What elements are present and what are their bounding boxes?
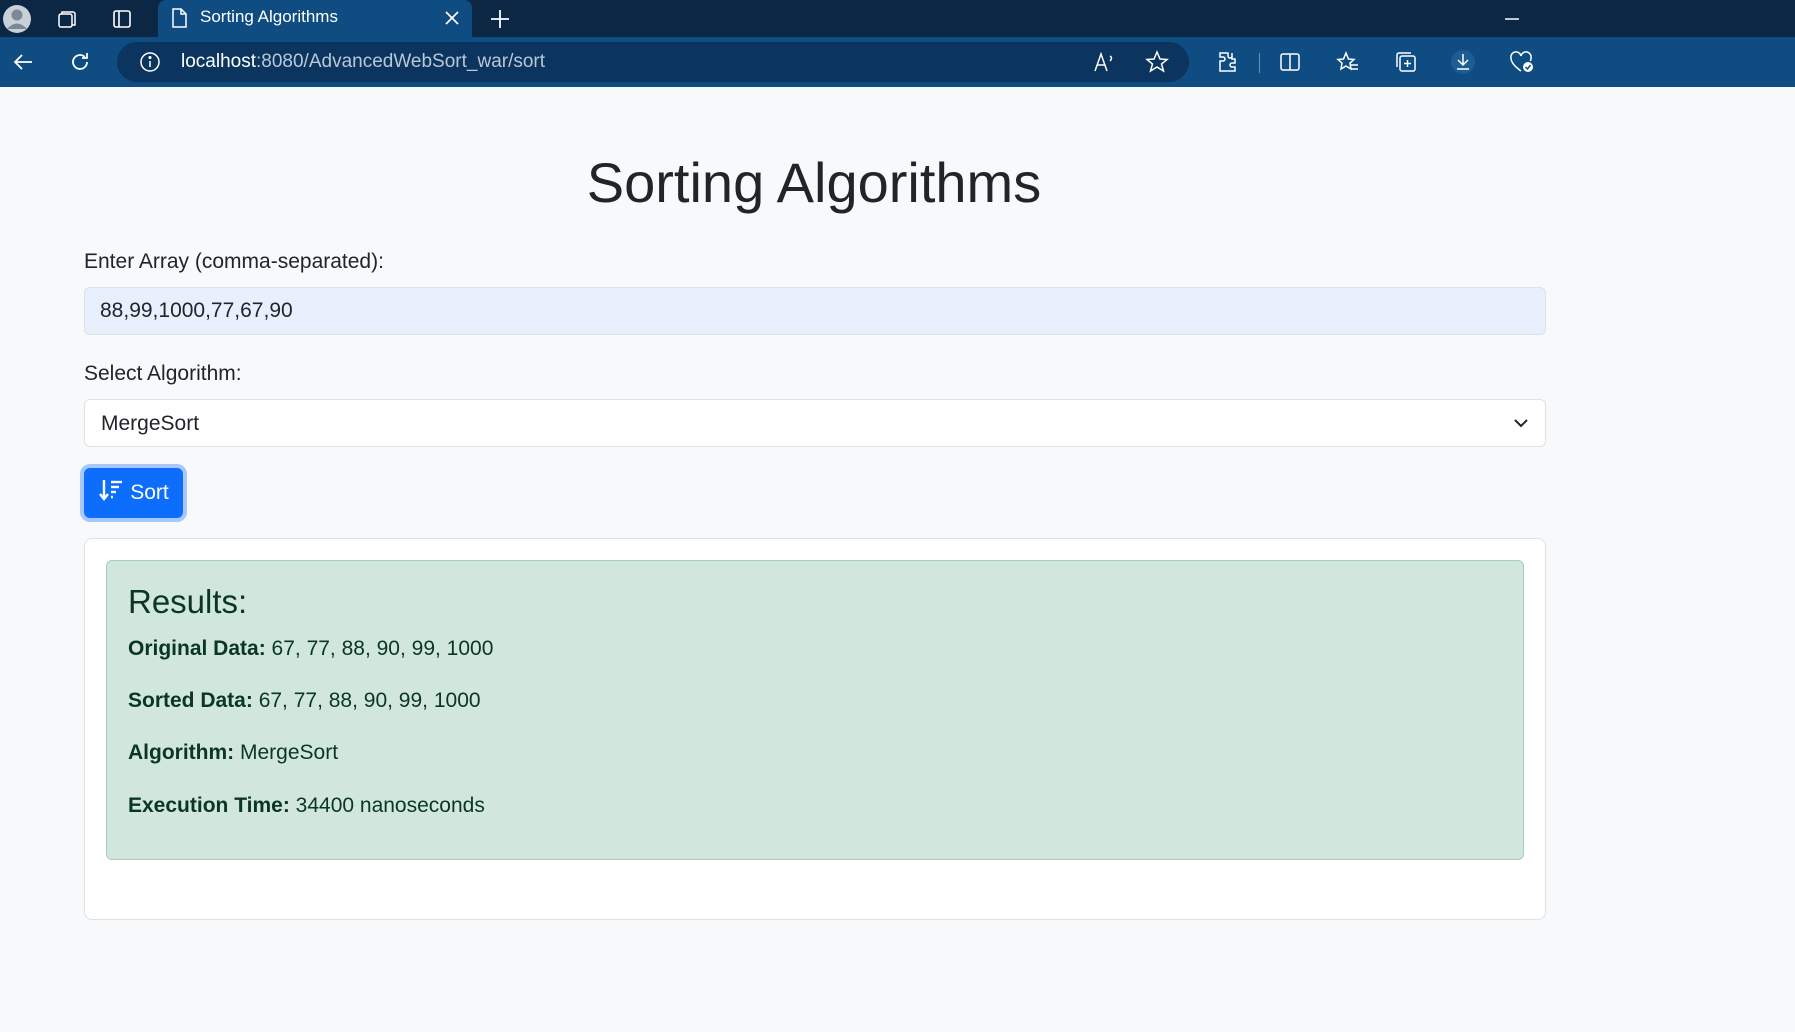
algorithm-result-label: Algorithm:: [128, 741, 235, 764]
collections-icon[interactable]: [1389, 45, 1423, 79]
results-heading: Results:: [128, 583, 248, 620]
execution-time-label: Execution Time:: [128, 794, 290, 817]
sorted-data-value: 67, 77, 88, 90, 99, 1000: [252, 689, 481, 712]
algorithm-result-value: MergeSort: [234, 741, 339, 764]
active-tab[interactable]: Sorting Algorithms: [158, 0, 472, 37]
sorted-data-label: Sorted Data:: [128, 689, 253, 712]
favorites-icon[interactable]: [1331, 45, 1365, 79]
original-data-value: 67, 77, 88, 90, 99, 1000: [265, 637, 494, 660]
workspaces-icon[interactable]: [50, 2, 84, 36]
close-tab-icon[interactable]: [440, 6, 464, 35]
results-card: Results: Original Data: 67, 77, 88, 90, …: [84, 538, 1546, 920]
results-alert: Results: Original Data: 67, 77, 88, 90, …: [106, 560, 1524, 860]
execution-time-row: Execution Time: 34400 nanoseconds: [128, 794, 485, 818]
algorithm-select[interactable]: MergeSort: [84, 399, 1546, 447]
array-label: Enter Array (comma-separated):: [84, 250, 384, 273]
page-title: Sorting Algorithms: [586, 151, 1042, 214]
minimize-icon[interactable]: [1495, 2, 1529, 36]
address-bar[interactable]: localhost:8080/AdvancedWebSort_war/sort: [117, 42, 1189, 82]
downloads-icon[interactable]: [1446, 45, 1480, 79]
favorite-star-icon[interactable]: [1145, 50, 1169, 79]
sort-down-icon: [98, 478, 124, 508]
sort-button-label: Sort: [130, 481, 169, 504]
tab-actions-icon[interactable]: [105, 2, 139, 36]
algorithm-select-value: MergeSort: [101, 412, 200, 435]
browser-tab-bar: Sorting Algorithms: [0, 0, 1795, 37]
execution-time-value: 34400 nanoseconds: [289, 794, 485, 817]
sorted-data-row: Sorted Data: 67, 77, 88, 90, 99, 1000: [128, 689, 481, 713]
url-text[interactable]: localhost:8080/AdvancedWebSort_war/sort: [181, 51, 545, 73]
site-info-icon[interactable]: [139, 51, 161, 78]
new-tab-icon[interactable]: [483, 2, 517, 36]
array-input[interactable]: [84, 287, 1546, 335]
chevron-down-icon: [1511, 413, 1531, 438]
split-screen-icon[interactable]: [1273, 45, 1307, 79]
read-aloud-icon[interactable]: [1093, 51, 1117, 78]
sort-button[interactable]: Sort: [84, 468, 183, 518]
back-arrow-icon[interactable]: [6, 45, 40, 79]
extensions-icon[interactable]: [1210, 45, 1244, 79]
profile-avatar-icon[interactable]: [0, 2, 34, 36]
algorithm-row: Algorithm: MergeSort: [128, 741, 338, 765]
tab-title: Sorting Algorithms: [200, 7, 338, 26]
browser-essentials-icon[interactable]: [1505, 45, 1539, 79]
original-data-label: Original Data:: [128, 637, 266, 660]
browser-toolbar: localhost:8080/AdvancedWebSort_war/sort: [0, 37, 1795, 87]
refresh-icon[interactable]: [63, 45, 97, 79]
toolbar-divider: [1259, 53, 1260, 73]
page-document-icon: [170, 8, 188, 33]
original-data-row: Original Data: 67, 77, 88, 90, 99, 1000: [128, 637, 493, 661]
algorithm-label: Select Algorithm:: [84, 362, 242, 385]
